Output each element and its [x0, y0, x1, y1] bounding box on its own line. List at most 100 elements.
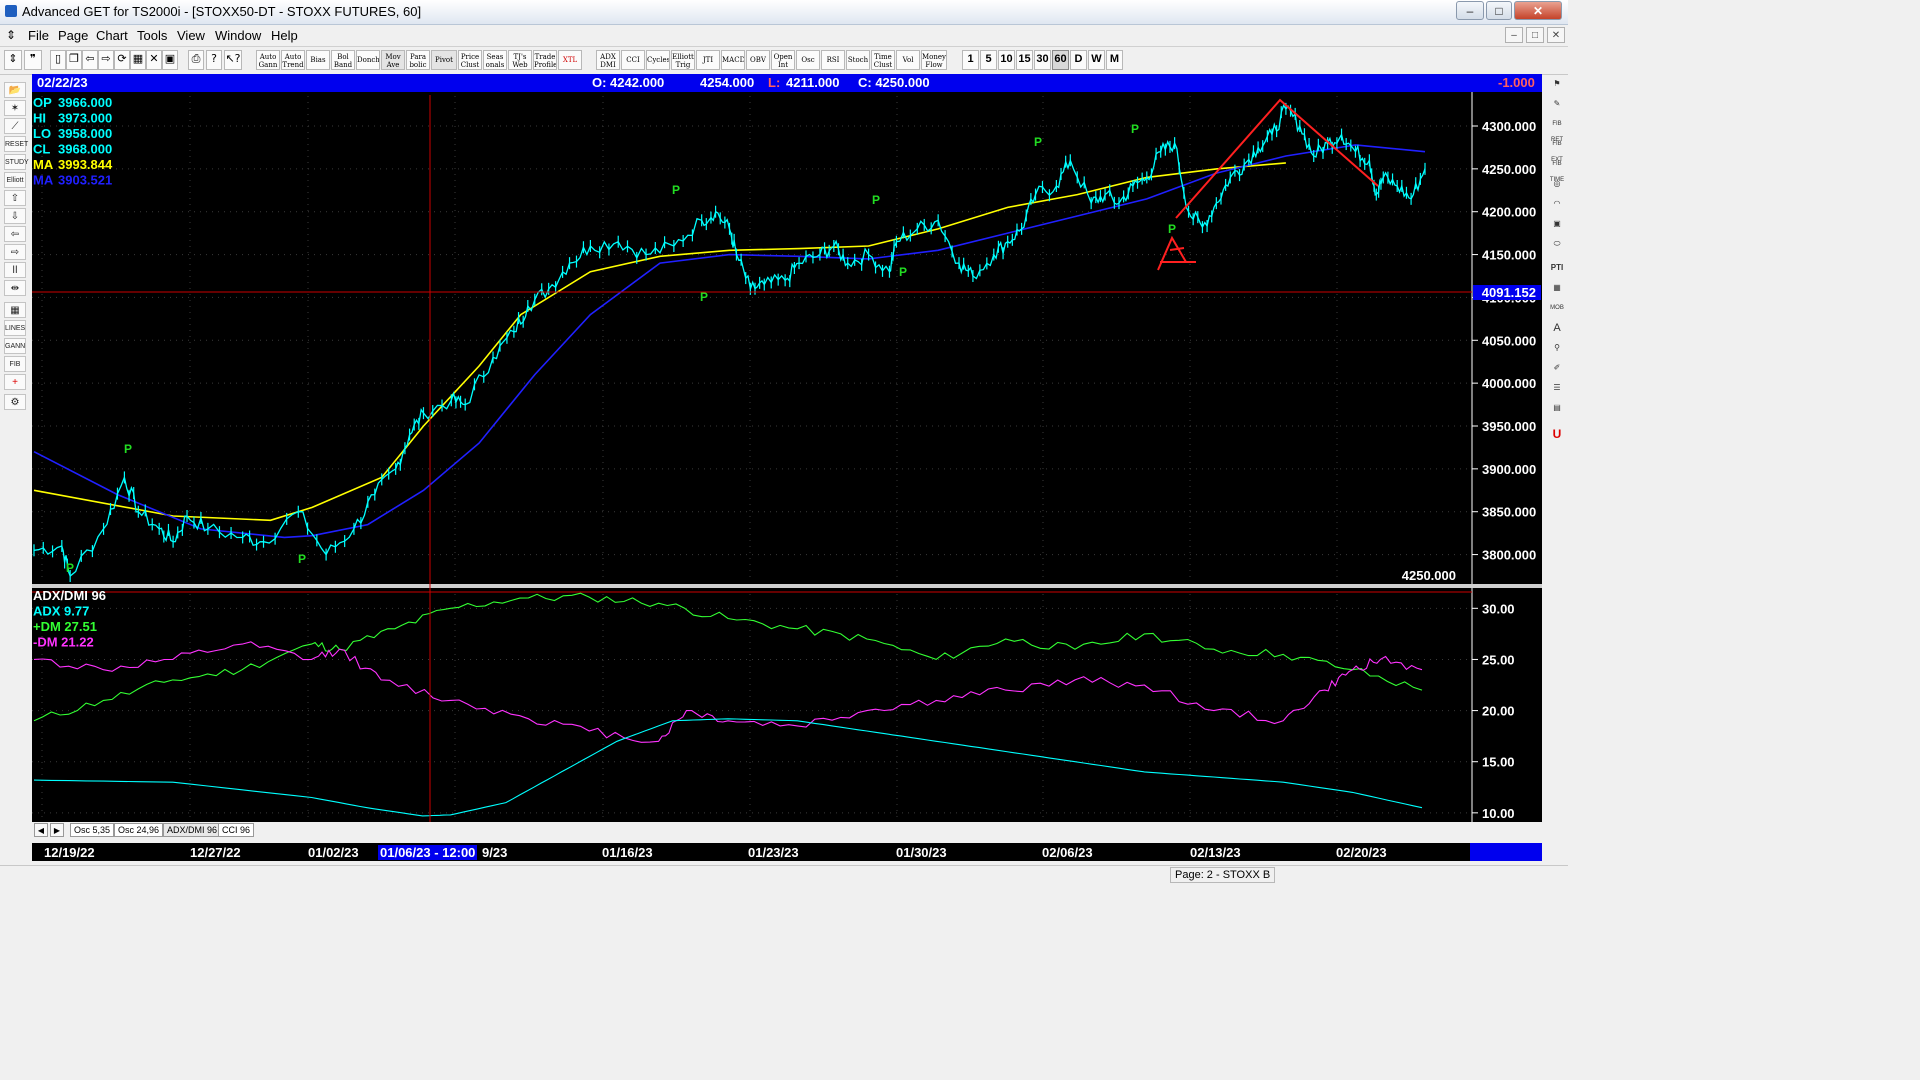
pencil-icon[interactable]: ✎ — [1547, 96, 1567, 112]
refresh-icon[interactable]: ⟳ — [114, 50, 130, 70]
ellipse-icon[interactable]: ⬭ — [1547, 236, 1567, 252]
study-pivot-button[interactable]: Pivot — [431, 50, 457, 70]
study-open-int-button[interactable]: Open Int — [771, 50, 795, 70]
grid-icon[interactable]: ▦ — [130, 50, 146, 70]
tab-next-icon[interactable]: ▶ — [50, 823, 64, 837]
tab-prev-icon[interactable]: ◀ — [34, 823, 48, 837]
study-bol-band-button[interactable]: Bol Band — [331, 50, 355, 70]
text-icon[interactable]: A — [1547, 320, 1567, 336]
study-seasonals-button[interactable]: Seas onals — [483, 50, 507, 70]
circle-icon[interactable]: ◎ — [1547, 176, 1567, 192]
up-arrow-icon[interactable]: ⇧ — [4, 190, 26, 206]
elliott-icon[interactable]: Elliott — [4, 172, 26, 188]
fan-tool-icon[interactable]: ⟋ — [4, 118, 26, 134]
chart-area[interactable]: P P P P P P P P P P 4300.000 4250.000 4200.000 4150.… — [0, 0, 1568, 882]
period-1-button[interactable]: 1 — [962, 50, 979, 70]
study-time-clust-button[interactable]: Time Clust — [871, 50, 895, 70]
study-icon[interactable]: STUDY — [4, 154, 29, 170]
print-icon[interactable]: ⎙ — [188, 50, 204, 70]
delete-icon[interactable]: ✕ — [146, 50, 162, 70]
study-elliott-trig-button[interactable]: Elliott Trig — [671, 50, 695, 70]
study-auto-trend-button[interactable]: Auto Trend — [281, 50, 305, 70]
reset-icon[interactable]: RESET — [4, 136, 28, 152]
menu-tools[interactable]: Tools — [137, 28, 167, 43]
period-m-button[interactable]: M — [1106, 50, 1123, 70]
study-macd-button[interactable]: MACD — [721, 50, 745, 70]
menu-help[interactable]: Help — [271, 28, 298, 43]
window-icon[interactable]: ▣ — [162, 50, 178, 70]
down-arrow-icon[interactable]: ⇩ — [4, 208, 26, 224]
study-parabolic-button[interactable]: Para bolic — [406, 50, 430, 70]
study-price-clust-button[interactable]: Price Clust — [458, 50, 482, 70]
copy-icon[interactable]: ❐ — [66, 50, 82, 70]
lines-icon[interactable]: LINES — [4, 320, 26, 336]
mdi-close-button[interactable]: ✕ — [1547, 27, 1565, 43]
menu-page[interactable]: Page — [58, 28, 88, 43]
list-icon[interactable]: ☰ — [1547, 380, 1567, 396]
bars-icon[interactable]: ǀǀ — [4, 262, 26, 278]
study-trade-profile-button[interactable]: Trade Profile — [533, 50, 557, 70]
flag-icon[interactable]: ⚑ — [1547, 76, 1567, 92]
period-d-button[interactable]: D — [1070, 50, 1087, 70]
pti-icon[interactable]: PTI — [1547, 260, 1567, 276]
tab-cci-96[interactable]: CCI 96 — [218, 823, 255, 837]
menu-view[interactable]: View — [177, 28, 205, 43]
tab-adx-dmi-96[interactable]: ADX/DMI 96 — [163, 823, 222, 837]
forward-icon[interactable]: ⇨ — [98, 50, 114, 70]
study-stoch-button[interactable]: Stoch — [846, 50, 870, 70]
study-xtl-button[interactable]: XTL — [558, 50, 582, 70]
study-cci-button[interactable]: CCI — [621, 50, 645, 70]
fib-ret-icon[interactable]: FIB RET — [1547, 116, 1567, 143]
study-osc-button[interactable]: Osc — [796, 50, 820, 70]
marker-icon[interactable]: ✐ — [1547, 360, 1567, 376]
back-icon[interactable]: ⇦ — [82, 50, 98, 70]
open-folder-icon[interactable]: 📂 — [4, 82, 26, 98]
undo-icon[interactable]: U — [1547, 426, 1567, 442]
table-icon[interactable]: ▦ — [1547, 280, 1567, 296]
left-arrow-icon[interactable]: ⇦ — [4, 226, 26, 242]
period-15-button[interactable]: 15 — [1016, 50, 1033, 70]
study-cycles-button[interactable]: Cycles — [646, 50, 670, 70]
study-adx-dmi-button[interactable]: ADX DMI — [596, 50, 620, 70]
maximize-button[interactable]: □ — [1486, 1, 1512, 20]
box-icon[interactable]: ▣ — [1547, 216, 1567, 232]
mdi-restore-button[interactable]: □ — [1526, 27, 1544, 43]
tab-osc-24-96[interactable]: Osc 24,96 — [114, 823, 164, 837]
study-obv-button[interactable]: OBV — [746, 50, 770, 70]
study-jti-button[interactable]: JTI — [696, 50, 720, 70]
grid-tool-icon[interactable]: ▦ — [4, 302, 26, 318]
zoom-icon[interactable]: ⚲ — [1547, 340, 1567, 356]
study-rsi-button[interactable]: RSI — [821, 50, 845, 70]
study-money-flow-button[interactable]: Money Flow — [921, 50, 947, 70]
sheet-icon[interactable]: ▤ — [1547, 400, 1567, 416]
mob-icon[interactable]: MOB — [1547, 300, 1567, 316]
quote-icon[interactable]: ❞ — [24, 50, 42, 70]
menu-window[interactable]: Window — [215, 28, 261, 43]
gann-tool-icon[interactable]: ✶ — [4, 100, 26, 116]
new-page-icon[interactable]: ▯ — [50, 50, 66, 70]
settings-icon[interactable]: ⚙ — [4, 394, 26, 410]
study-mov-ave-button[interactable]: Mov Ave — [381, 50, 405, 70]
arc-icon[interactable]: ◠ — [1547, 196, 1567, 212]
help-icon[interactable]: ? — [206, 50, 222, 70]
pointer-icon[interactable]: ⇕ — [4, 50, 22, 70]
menu-chart[interactable]: Chart — [96, 28, 128, 43]
period-5-button[interactable]: 5 — [980, 50, 997, 70]
period-30-button[interactable]: 30 — [1034, 50, 1051, 70]
minimize-button[interactable]: – — [1456, 1, 1484, 20]
fib-time-icon[interactable]: FIB TIME — [1547, 156, 1567, 183]
study-donch-button[interactable]: Donch — [356, 50, 380, 70]
menu-file[interactable]: File — [28, 28, 49, 43]
compress-icon[interactable]: ⇹ — [4, 280, 26, 296]
fib-ext-icon[interactable]: FIB EXT — [1547, 136, 1567, 163]
study-vol-button[interactable]: Vol — [896, 50, 920, 70]
study-bias-button[interactable]: Bias — [306, 50, 330, 70]
period-10-button[interactable]: 10 — [998, 50, 1015, 70]
period-60-button[interactable]: 60 — [1052, 50, 1069, 70]
study-auto-gann-button[interactable]: Auto Gann — [256, 50, 280, 70]
mdi-minimize-button[interactable]: – — [1505, 27, 1523, 43]
fib-icon[interactable]: FIB — [4, 356, 26, 372]
context-help-icon[interactable]: ↖? — [224, 50, 242, 70]
crosshair-icon[interactable]: + — [4, 374, 26, 390]
study-tjs-web-button[interactable]: TJ's Web — [508, 50, 532, 70]
